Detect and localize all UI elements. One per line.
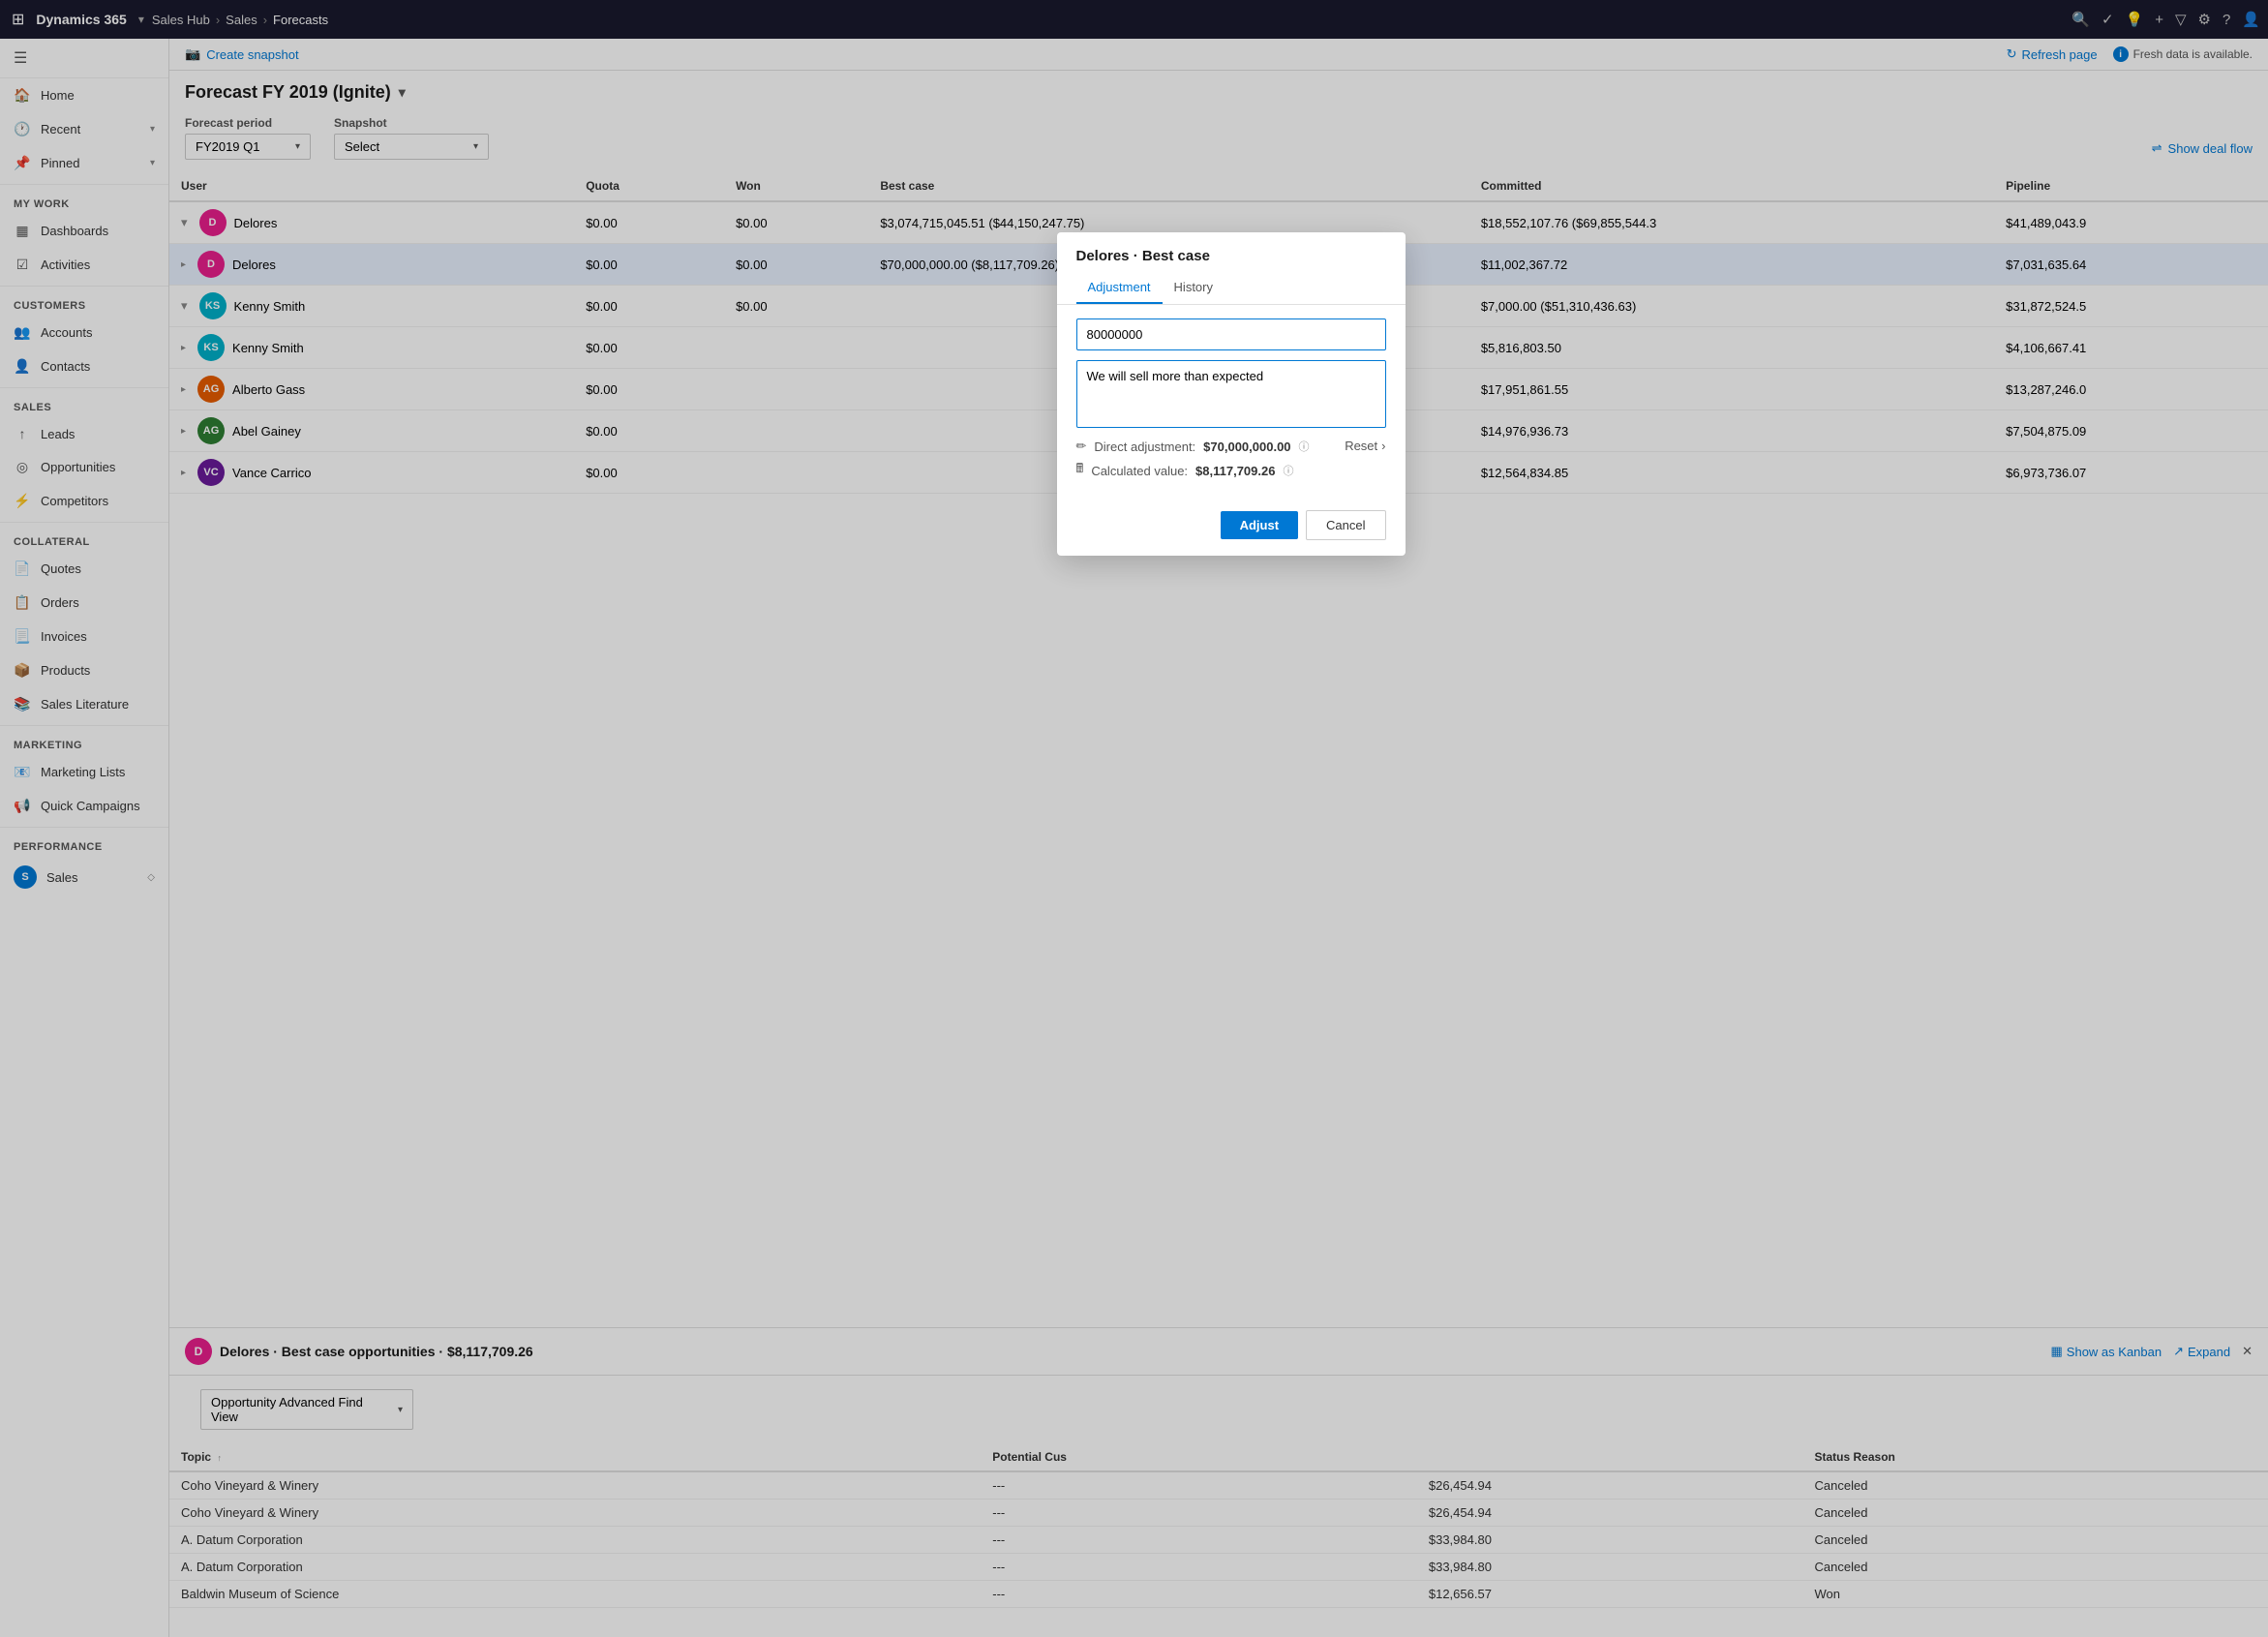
calculated-help-icon[interactable]: ⓘ xyxy=(1283,463,1293,478)
calculated-label: Calculated value: xyxy=(1091,464,1188,478)
direct-adjustment-value: $70,000,000.00 xyxy=(1203,440,1290,454)
pencil-icon: ✏ xyxy=(1076,439,1087,454)
calculator-icon: 🖩 xyxy=(1076,460,1084,481)
direct-adjustment-row: ✏ Direct adjustment: $70,000,000.00 ⓘ xyxy=(1076,439,1346,454)
tab-adjustment[interactable]: Adjustment xyxy=(1076,272,1163,304)
amount-input[interactable] xyxy=(1076,318,1386,350)
adjust-button[interactable]: Adjust xyxy=(1221,511,1298,539)
modal-tabs: Adjustment History xyxy=(1057,272,1406,305)
modal-footer: Adjust Cancel xyxy=(1057,500,1406,556)
modal-title: Delores · Best case xyxy=(1076,248,1386,264)
calculated-value-row: 🖩 Calculated value: $8,117,709.26 ⓘ xyxy=(1076,460,1346,481)
direct-adjustment-label: Direct adjustment: xyxy=(1094,440,1195,454)
direct-adjustment-help-icon[interactable]: ⓘ xyxy=(1299,439,1310,454)
tab-history[interactable]: History xyxy=(1163,272,1225,304)
reset-label: Reset xyxy=(1345,439,1377,453)
info-rows-left: ✏ Direct adjustment: $70,000,000.00 ⓘ 🖩 … xyxy=(1076,439,1346,487)
modal-body: We will sell more than expected ✏ Direct… xyxy=(1057,305,1406,500)
info-rows: ✏ Direct adjustment: $70,000,000.00 ⓘ 🖩 … xyxy=(1076,439,1386,487)
reset-button[interactable]: Reset › xyxy=(1345,439,1385,453)
modal-overlay: Delores · Best case Adjustment History W… xyxy=(0,0,2268,1637)
cancel-button[interactable]: Cancel xyxy=(1306,510,1385,540)
modal-header: Delores · Best case xyxy=(1057,232,1406,272)
calculated-value: $8,117,709.26 xyxy=(1195,464,1275,478)
adjustment-modal: Delores · Best case Adjustment History W… xyxy=(1057,232,1406,556)
reset-arrow-icon: › xyxy=(1381,439,1385,453)
note-textarea[interactable]: We will sell more than expected xyxy=(1076,360,1386,428)
